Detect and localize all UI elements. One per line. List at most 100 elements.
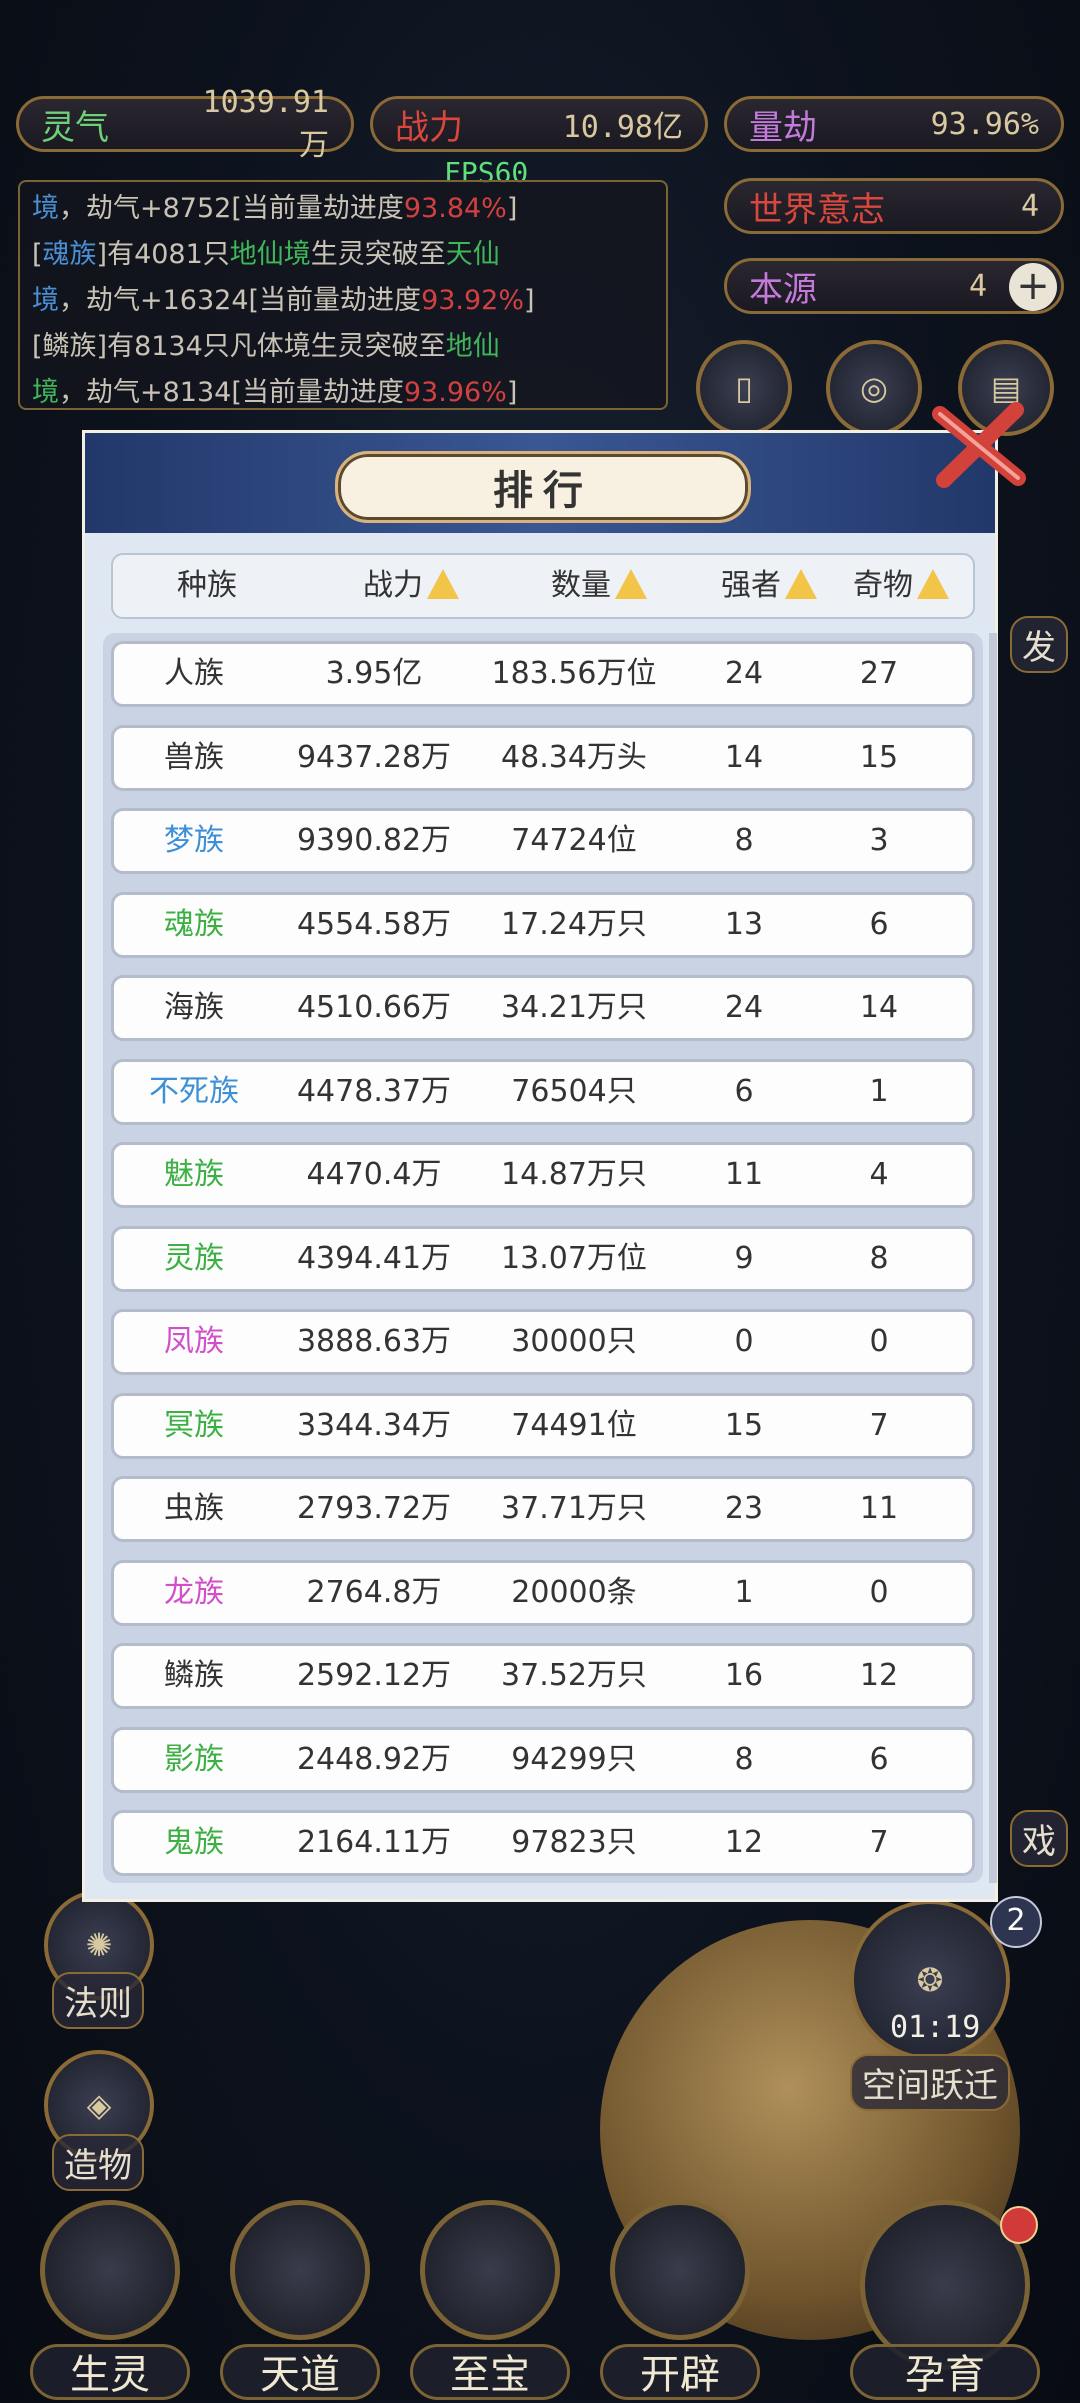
ranking-cell-strong: 23 — [724, 1491, 764, 1526]
log-segment: 境 — [32, 193, 59, 224]
ranking-cell-count: 94299只 — [511, 1741, 637, 1777]
faze-label[interactable]: 法则 — [52, 1972, 144, 2029]
fa-label[interactable]: 发 — [1010, 616, 1068, 673]
nav-shengling[interactable]: 生灵 — [30, 2200, 190, 2400]
log-segment: ，劫气+8134[当前量劫进度 — [59, 377, 404, 408]
ranking-cell-power: 4470.4万 — [306, 1157, 442, 1192]
log-line: [魂族]有4081只地仙境生灵突破至天仙 — [32, 232, 654, 278]
ranking-cell-count: 14.87万只 — [501, 1157, 647, 1192]
ranking-cell-race: 冥族 — [164, 1407, 224, 1443]
ranking-cell-items: 4 — [869, 1157, 889, 1192]
ranking-cell-count: 37.71万只 — [501, 1491, 647, 1526]
log-segment: 93.92% — [421, 285, 525, 316]
nav-label: 孕育 — [850, 2344, 1040, 2400]
log-segment: 境 — [32, 285, 59, 316]
tiandao-icon — [230, 2200, 370, 2340]
lingqi-value: 1039.91万 — [202, 84, 329, 163]
scrollbar[interactable] — [989, 633, 997, 1883]
nav-label: 开辟 — [600, 2344, 760, 2400]
log-segment: 生灵突破至 — [310, 239, 446, 270]
ranking-cell-power: 4478.37万 — [296, 1073, 452, 1109]
countdown-timer: 01:19 — [890, 2010, 981, 2045]
ranking-row[interactable]: 人族 3.95亿 183.56万位 24 27 — [111, 641, 975, 707]
ranking-cell-strong: 8 — [734, 1741, 754, 1777]
close-icon[interactable] — [930, 400, 1030, 490]
nav-kaipi[interactable]: 开辟 — [600, 2200, 760, 2400]
nav-yunyu[interactable]: 孕育 — [850, 2200, 1040, 2400]
world-will-bar[interactable]: 世界意志 4 — [724, 178, 1064, 234]
ranking-cell-strong: 9 — [734, 1240, 754, 1276]
log-segment: 境 — [32, 377, 59, 408]
log-line: 境，劫气+16324[当前量劫进度93.92%] — [32, 278, 654, 324]
ranking-cell-items: 0 — [869, 1324, 889, 1359]
ranking-cell-power: 2592.12万 — [296, 1658, 452, 1693]
benyuan-label: 本源 — [749, 269, 817, 310]
kongjian-label[interactable]: 空间跃迁 — [850, 2054, 1010, 2111]
nav-tiandao[interactable]: 天道 — [220, 2200, 380, 2400]
ranking-row[interactable]: 兽族 9437.28万 48.34万头 14 15 — [111, 724, 975, 791]
nav-label: 生灵 — [30, 2344, 190, 2400]
ranking-cell-race: 梦族 — [164, 823, 224, 858]
log-segment: ] — [506, 377, 518, 408]
ranking-row[interactable]: 凤族 3888.63万 30000只 0 0 — [111, 1309, 975, 1375]
sort-arrow-icon — [615, 568, 647, 599]
ranking-cell-count: 97823只 — [511, 1825, 637, 1860]
liangjie-value: 93.96% — [930, 106, 1039, 142]
sort-strong-button[interactable]: 强者 — [721, 555, 817, 617]
add-icon[interactable]: + — [1009, 263, 1057, 311]
sort-arrow-icon — [785, 568, 817, 599]
xi-label[interactable]: 戏 — [1010, 1810, 1068, 1867]
ranking-row[interactable]: 梦族 9390.82万 74724位 8 3 — [111, 808, 975, 874]
log-segment: 地仙 — [445, 331, 500, 362]
benyuan-bar[interactable]: 本源 4 + — [724, 258, 1064, 314]
lingqi-bar[interactable]: 灵气 1039.91万 — [16, 85, 354, 163]
ranking-row[interactable]: 灵族 4394.41万 13.07万位 9 8 — [111, 1225, 975, 1292]
zhanli-value: 10.98亿 — [562, 110, 683, 145]
ranking-cell-race: 魅族 — [164, 1157, 224, 1192]
ranking-row[interactable]: 鳞族 2592.12万 37.52万只 16 12 — [111, 1643, 975, 1709]
ranking-row[interactable]: 冥族 3344.34万 74491位 15 7 — [111, 1392, 975, 1459]
ranking-row[interactable]: 魅族 4470.4万 14.87万只 11 4 — [111, 1142, 975, 1208]
ranking-cell-strong: 15 — [724, 1407, 764, 1443]
ranking-cell-strong: 1 — [734, 1574, 754, 1610]
sort-power-button[interactable]: 战力 — [363, 555, 459, 617]
ranking-row[interactable]: 魂族 4554.58万 17.24万只 13 6 — [111, 891, 975, 958]
ranking-row[interactable]: 鬼族 2164.11万 97823只 12 7 — [111, 1810, 975, 1876]
log-line: [鳞族]有8134只凡体境生灵突破至地仙 — [32, 324, 654, 370]
zaowu-label[interactable]: 造物 — [52, 2134, 144, 2191]
ranking-cell-power: 2448.92万 — [296, 1741, 452, 1777]
ranking-cell-count: 37.52万只 — [501, 1658, 647, 1693]
ranking-row[interactable]: 虫族 2793.72万 37.71万只 23 11 — [111, 1476, 975, 1542]
card-icon[interactable]: ▯ — [696, 340, 792, 436]
sort-count-button[interactable]: 数量 — [551, 555, 647, 617]
log-segment: ]有4081只 — [96, 239, 230, 270]
swirl-icon[interactable]: ◎ — [826, 340, 922, 436]
world-will-value: 4 — [1020, 188, 1039, 224]
log-segment: 93.84% — [403, 193, 507, 224]
log-segment: ] — [506, 193, 518, 224]
header-items: 奇物 — [853, 568, 913, 603]
ranking-cell-power: 3344.34万 — [296, 1407, 452, 1443]
ranking-cell-race: 人族 — [164, 656, 224, 691]
ranking-row[interactable]: 龙族 2764.8万 20000条 1 0 — [111, 1559, 975, 1626]
ranking-cell-power: 2164.11万 — [296, 1825, 452, 1860]
ranking-row[interactable]: 海族 4510.66万 34.21万只 24 14 — [111, 975, 975, 1041]
ranking-row[interactable]: 影族 2448.92万 94299只 8 6 — [111, 1726, 975, 1793]
ranking-cell-count: 17.24万只 — [501, 906, 647, 942]
zhanli-bar[interactable]: 战力 10.98亿 — [370, 96, 708, 152]
ranking-cell-race: 海族 — [164, 990, 224, 1025]
ranking-cell-power: 9437.28万 — [296, 739, 452, 775]
ranking-cell-items: 12 — [859, 1658, 899, 1693]
ranking-list[interactable]: 人族 3.95亿 183.56万位 24 27 兽族 9437.28万 48.34万头 14 15… — [103, 633, 983, 1883]
ranking-row[interactable]: 不死族 4478.37万 76504只 6 1 — [111, 1058, 975, 1125]
log-segment: 魂族 — [42, 239, 97, 270]
ranking-cell-count: 20000条 — [511, 1574, 637, 1610]
zhibao-icon — [420, 2200, 560, 2340]
nav-zhibao[interactable]: 至宝 — [410, 2200, 570, 2400]
sort-items-button[interactable]: 奇物 — [853, 555, 949, 617]
ranking-cell-race: 灵族 — [164, 1240, 224, 1276]
log-segment: 93.96% — [403, 377, 507, 408]
ranking-cell-items: 8 — [869, 1240, 889, 1276]
shengling-icon — [40, 2200, 180, 2340]
liangjie-bar[interactable]: 量劫 93.96% — [724, 96, 1064, 152]
